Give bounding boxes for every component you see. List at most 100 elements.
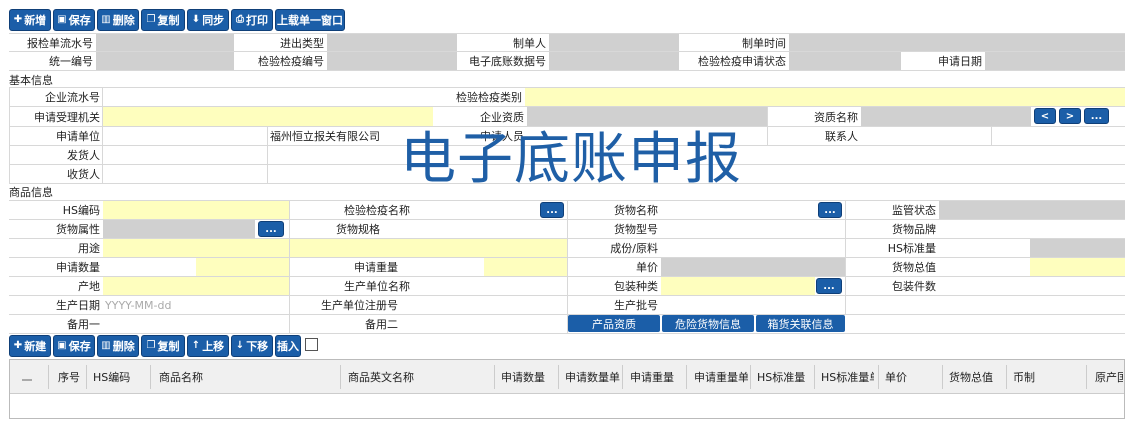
goods-model-label: 货物型号: [614, 223, 658, 236]
col-hs-code[interactable]: HS编码: [93, 363, 143, 391]
move-down-button[interactable]: ↓ 下移: [231, 335, 273, 357]
in-out-type-field[interactable]: [327, 34, 457, 51]
hs-std-qty-field[interactable]: [939, 239, 1029, 257]
sync-button[interactable]: ⬇ 同步: [187, 9, 229, 31]
inspection-category-field[interactable]: [525, 88, 1125, 106]
consignor-field[interactable]: [103, 146, 267, 164]
inspection-name-more-button[interactable]: ...: [540, 202, 564, 218]
creator-field[interactable]: [549, 34, 679, 51]
inspection-no-field[interactable]: [327, 52, 457, 70]
prev-button[interactable]: <: [1034, 108, 1056, 124]
divider: [494, 365, 495, 389]
ledger-no-field[interactable]: [549, 52, 679, 70]
select-checkbox[interactable]: [305, 338, 318, 351]
hs-code-field[interactable]: [103, 201, 289, 219]
divider: [150, 365, 151, 389]
apply-date-field[interactable]: [985, 52, 1125, 70]
remark2-field[interactable]: [401, 315, 567, 332]
arrow-up-icon: ↑: [191, 340, 201, 351]
col-apply-weight[interactable]: 申请重量: [630, 363, 686, 391]
copy-button[interactable]: ❐ 复制: [141, 9, 185, 31]
pack-type-field[interactable]: [661, 277, 815, 295]
pack-type-more-button[interactable]: ...: [816, 278, 842, 294]
col-currency[interactable]: 币制: [1013, 363, 1053, 391]
apply-qty-field[interactable]: [103, 258, 195, 276]
enterprise-qualification-field[interactable]: [527, 107, 767, 126]
apply-status-field[interactable]: [789, 52, 901, 70]
apply-qty-unit-field[interactable]: [196, 258, 289, 276]
ingredients-field[interactable]: [661, 239, 845, 257]
divider: [845, 200, 846, 314]
col-hs-std-unit[interactable]: HS标准量单: [821, 363, 874, 391]
col-origin-country[interactable]: 原产国: [1095, 363, 1123, 391]
goods-attr-more-button[interactable]: ...: [258, 221, 284, 237]
report-serial-field[interactable]: [96, 34, 234, 51]
origin-field[interactable]: [103, 277, 289, 295]
add-button[interactable]: ✚ 新增: [9, 9, 51, 31]
remark2-label: 备用二: [365, 317, 398, 331]
goods-name-more-button[interactable]: ...: [818, 202, 842, 218]
inspection-name-label: 检验检疫名称: [344, 204, 410, 217]
plus-icon: ✚: [13, 340, 23, 351]
tab-dangerous-goods[interactable]: 危险货物信息: [662, 315, 754, 332]
batch-no-field[interactable]: [661, 296, 845, 314]
delete-button[interactable]: ▥ 删除: [97, 9, 139, 31]
usage-field[interactable]: [103, 239, 567, 257]
col-unit-price[interactable]: 单价: [885, 363, 935, 391]
unit-price-field[interactable]: [661, 258, 845, 276]
header-select-all[interactable]: [22, 379, 32, 381]
grid-save-button[interactable]: ▣ 保存: [53, 335, 95, 357]
ingredients-label: 成份/原料: [610, 242, 658, 255]
producer-reg-no-field[interactable]: [401, 296, 567, 314]
move-up-button[interactable]: ↑ 上移: [187, 335, 229, 357]
col-hs-std-qty[interactable]: HS标准量: [757, 363, 813, 391]
print-button[interactable]: ⎙ 打印: [231, 9, 273, 31]
col-goods-name[interactable]: 商品名称: [159, 363, 279, 391]
applicant-code-field[interactable]: [103, 127, 267, 145]
apply-weight-field[interactable]: [401, 258, 483, 276]
pack-count-field[interactable]: [939, 277, 1125, 295]
goods-model-field[interactable]: [661, 220, 845, 238]
contact-field[interactable]: [861, 127, 991, 145]
save-button[interactable]: ▣ 保存: [53, 9, 95, 31]
divider: [767, 106, 768, 145]
upload-window-button[interactable]: 上载单一窗口: [275, 9, 345, 31]
insert-button[interactable]: 插入: [275, 335, 301, 357]
hs-std-unit-field[interactable]: [1030, 239, 1125, 257]
divider: [86, 365, 87, 389]
goods-total-field[interactable]: [939, 258, 1029, 276]
goods-brand-field[interactable]: [939, 220, 1125, 238]
divider: [267, 126, 268, 183]
col-goods-en-name[interactable]: 商品英文名称: [348, 363, 468, 391]
grid-copy-button[interactable]: ❐ 复制: [141, 335, 185, 357]
grid-add-button[interactable]: ✚ 新建: [9, 335, 51, 357]
tab-product-qualification[interactable]: 产品资质: [568, 315, 660, 332]
qualification-name-field[interactable]: [861, 107, 1031, 126]
prod-date-field[interactable]: YYYY-MM-dd: [103, 296, 289, 314]
supervision-status-field[interactable]: [939, 201, 1125, 219]
currency-field[interactable]: [1030, 258, 1125, 276]
col-apply-qty-unit[interactable]: 申请数量单: [565, 363, 620, 391]
goods-name-label: 货物名称: [614, 204, 658, 217]
producer-name-field[interactable]: [413, 277, 567, 295]
accepting-org-field[interactable]: [103, 107, 433, 126]
next-button[interactable]: >: [1059, 108, 1081, 124]
consignee-field[interactable]: [103, 165, 267, 183]
tab-container-goods[interactable]: 箱货关联信息: [756, 315, 845, 332]
apply-weight-unit-field[interactable]: [484, 258, 567, 276]
enterprise-serial-field[interactable]: [103, 88, 433, 106]
download-icon: ⬇: [191, 14, 201, 25]
goods-spec-field[interactable]: [383, 220, 567, 238]
unified-no-field[interactable]: [96, 52, 234, 70]
divider: [686, 365, 687, 389]
col-apply-qty[interactable]: 申请数量: [501, 363, 557, 391]
col-seq[interactable]: 序号: [58, 363, 82, 391]
col-apply-weight-unit[interactable]: 申请重量单: [694, 363, 748, 391]
create-time-field[interactable]: [789, 34, 1125, 51]
remark1-field[interactable]: [103, 315, 289, 332]
grid-delete-button[interactable]: ▥ 删除: [97, 335, 139, 357]
goods-attr-field[interactable]: [103, 220, 255, 238]
goods-spec-label: 货物规格: [336, 223, 380, 236]
col-goods-total[interactable]: 货物总值: [949, 363, 1005, 391]
qualification-more-button[interactable]: ...: [1084, 108, 1109, 124]
